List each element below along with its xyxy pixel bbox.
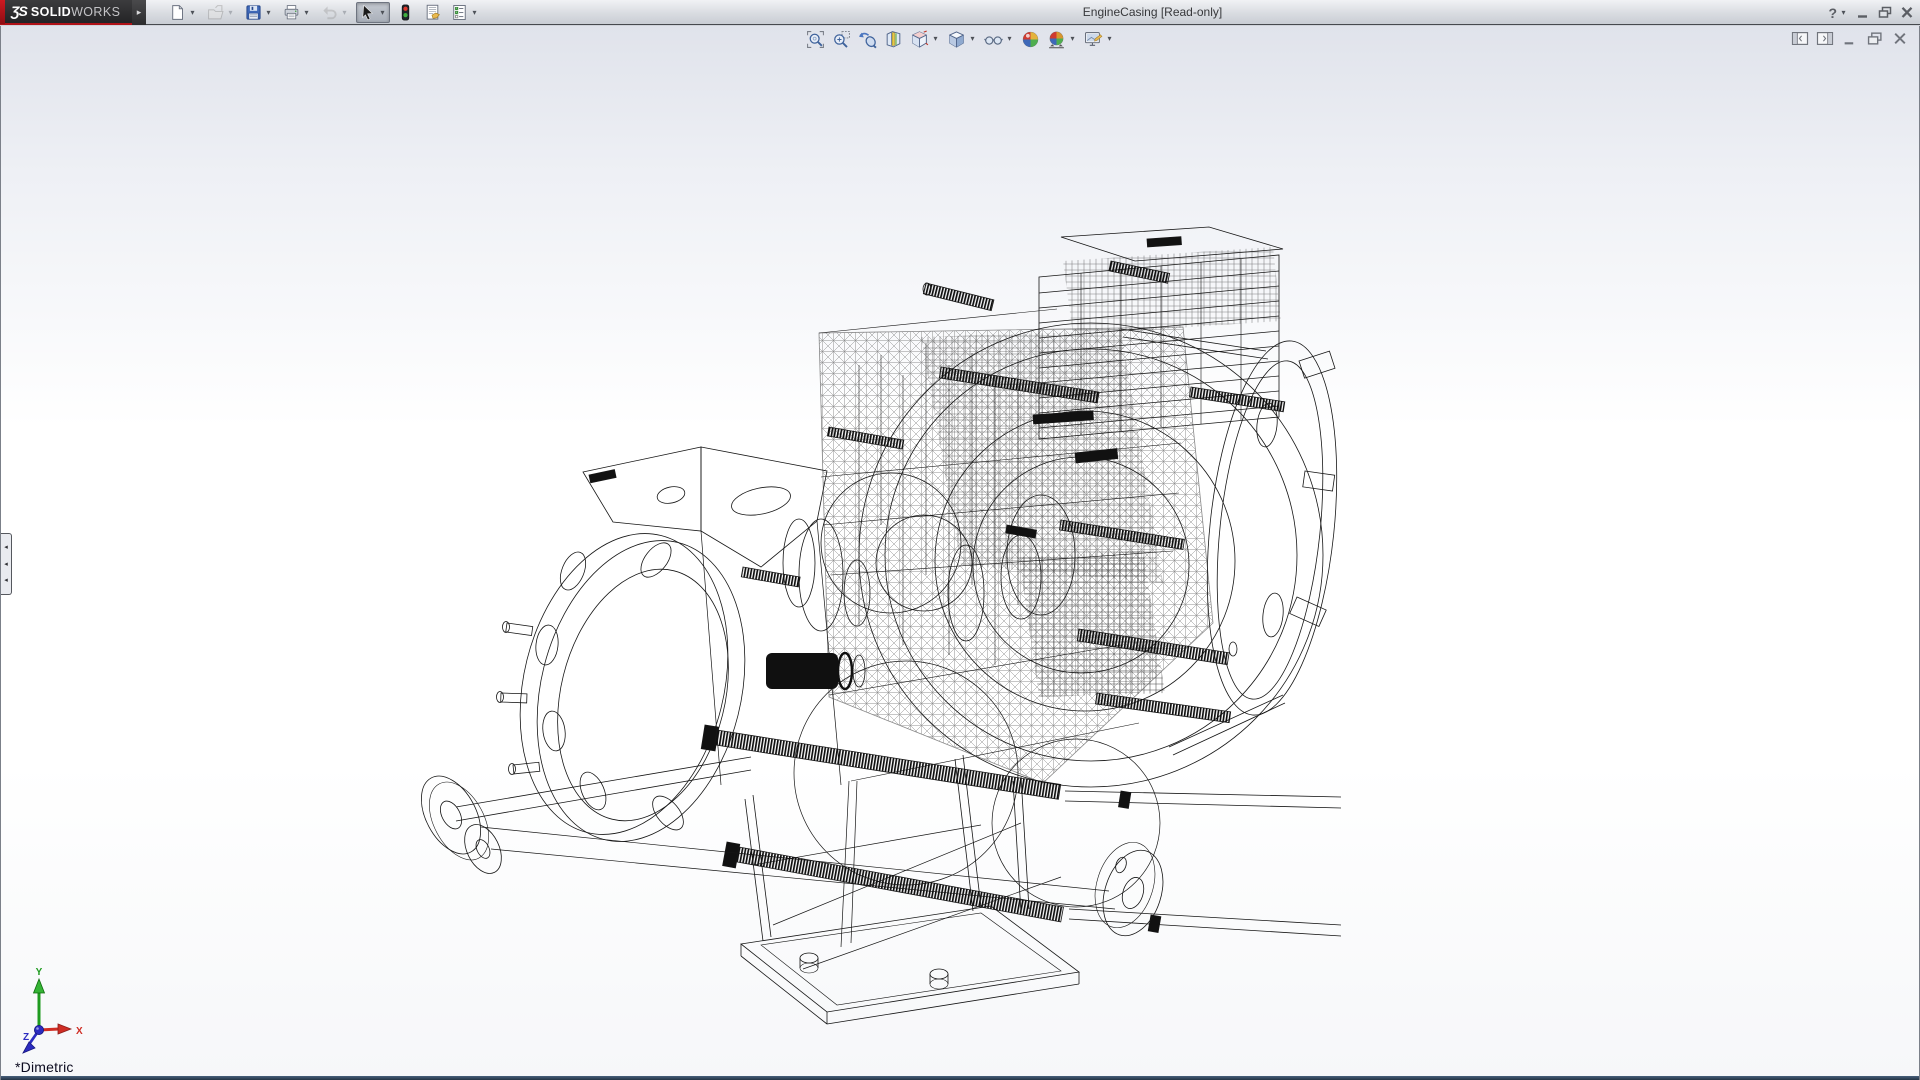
- main-window-controls: ? ▾: [1828, 0, 1914, 25]
- view-orientation-icon: [910, 30, 929, 49]
- collapse-arrow-icon: ◂: [4, 577, 8, 584]
- select-cursor-icon: [359, 4, 376, 21]
- hide-show-items-icon: [984, 30, 1003, 49]
- triad-origin-icon: [34, 1025, 43, 1034]
- title-bar: ƷS SOLIDWORKS ▸ ▾ ▾ ▾ ▾ ▾ ▾ ▾ EngineCasing [Re…: [0, 0, 1920, 25]
- display-style-dropdown-caret[interactable]: ▾: [968, 28, 977, 50]
- close-icon: [1900, 6, 1914, 19]
- title-toolbar: ▾ ▾ ▾ ▾ ▾ ▾ ▾: [166, 0, 482, 25]
- x-axis-label: X: [76, 1026, 83, 1037]
- apply-scene-button[interactable]: ▾: [1045, 28, 1079, 50]
- print-button[interactable]: ▾: [280, 2, 314, 23]
- view-orientation-button[interactable]: ▾: [908, 28, 942, 50]
- logo-red-strip: [0, 0, 5, 24]
- save-icon: [245, 4, 262, 21]
- collapse-arrow-icon: ◂: [4, 561, 8, 568]
- y-axis-arrow-icon: [34, 979, 45, 993]
- window-title: EngineCasing [Read-only]: [480, 0, 1825, 25]
- zoom-to-area-button[interactable]: [830, 28, 853, 50]
- window-bottom-edge: [1, 1076, 1919, 1080]
- new-document-icon: [169, 4, 186, 21]
- file-properties-button[interactable]: [421, 2, 444, 23]
- help-icon: ?: [1828, 5, 1837, 21]
- save-button[interactable]: ▾: [242, 2, 276, 23]
- z-axis-label: Z: [23, 1032, 29, 1043]
- doc-restore-icon: [1866, 31, 1884, 46]
- previous-view-icon: [858, 30, 877, 49]
- open-folder-icon: [207, 4, 224, 21]
- solidworks-logo-glyph-icon: ƷS: [11, 3, 27, 19]
- minimize-button[interactable]: [1856, 6, 1870, 19]
- rebuild-button[interactable]: [394, 2, 417, 23]
- file-properties-icon: [424, 4, 441, 21]
- print-icon: [283, 4, 300, 21]
- show-right-pane-button[interactable]: [1816, 31, 1834, 46]
- display-style-button[interactable]: ▾: [945, 28, 979, 50]
- wireframe-geometry: [421, 227, 1341, 1024]
- graphics-viewport[interactable]: ▾ ▾ ▾ ▾ ▾ ◂ ◂ ◂: [0, 26, 1920, 1080]
- view-settings-dropdown-caret[interactable]: ▾: [1105, 28, 1114, 50]
- doc-close-icon: [1891, 31, 1909, 46]
- open-button[interactable]: ▾: [204, 2, 238, 23]
- select-button[interactable]: ▾: [356, 2, 390, 23]
- previous-view-button[interactable]: [856, 28, 879, 50]
- edit-appearance-button[interactable]: [1019, 28, 1042, 50]
- doc-minimize-button[interactable]: [1841, 31, 1859, 46]
- brand-name-bold: SOLID: [31, 5, 71, 19]
- close-button[interactable]: [1900, 6, 1914, 19]
- show-left-pane-button[interactable]: [1791, 31, 1809, 46]
- help-dropdown-caret[interactable]: ▾: [1839, 2, 1848, 23]
- undo-icon: [321, 4, 338, 21]
- flyout-arrow-icon: ▸: [137, 7, 142, 18]
- section-view-icon: [884, 30, 903, 49]
- restore-icon: [1878, 6, 1892, 19]
- heads-up-toolbar: ▾ ▾ ▾ ▾ ▾: [804, 28, 1116, 50]
- pane-right-icon: [1816, 31, 1834, 46]
- save-dropdown-caret[interactable]: ▾: [264, 2, 273, 23]
- y-axis-label: Y: [36, 967, 43, 978]
- doc-restore-button[interactable]: [1866, 31, 1884, 46]
- zoom-to-fit-icon: [806, 30, 825, 49]
- options-button[interactable]: ▾: [448, 2, 482, 23]
- view-settings-icon: [1084, 30, 1103, 49]
- collapse-arrow-icon: ◂: [4, 544, 8, 551]
- doc-close-button[interactable]: [1891, 31, 1909, 46]
- apply-scene-icon: [1047, 30, 1066, 49]
- print-dropdown-caret[interactable]: ▾: [302, 2, 311, 23]
- brand-name-light: WORKS: [71, 5, 120, 19]
- view-orientation-label: *Dimetric: [15, 1059, 74, 1075]
- feature-manager-collapsed-tab[interactable]: ◂ ◂ ◂: [1, 533, 12, 595]
- z-axis-arrow-icon: [23, 1042, 35, 1053]
- hide-show-items-dropdown-caret[interactable]: ▾: [1005, 28, 1014, 50]
- new-document-dropdown-caret[interactable]: ▾: [188, 2, 197, 23]
- x-axis-arrow-icon: [58, 1024, 71, 1034]
- engine-casing-wireframe-model[interactable]: [421, 225, 1341, 1040]
- zoom-to-area-icon: [832, 30, 851, 49]
- solidworks-logo: ƷS SOLIDWORKS: [0, 0, 132, 25]
- edit-appearance-icon: [1021, 30, 1040, 49]
- select-dropdown-caret[interactable]: ▾: [378, 2, 387, 23]
- options-dropdown-caret[interactable]: ▾: [470, 2, 479, 23]
- section-view-button[interactable]: [882, 28, 905, 50]
- rebuild-traffic-light-icon: [397, 4, 414, 21]
- options-checklist-icon: [451, 4, 468, 21]
- open-dropdown-caret[interactable]: ▾: [226, 2, 235, 23]
- undo-button[interactable]: ▾: [318, 2, 352, 23]
- new-document-button[interactable]: ▾: [166, 2, 200, 23]
- zoom-to-fit-button[interactable]: [804, 28, 827, 50]
- view-settings-button[interactable]: ▾: [1082, 28, 1116, 50]
- menu-flyout-arrow[interactable]: ▸: [132, 0, 146, 25]
- minimize-icon: [1856, 6, 1870, 19]
- display-style-icon: [947, 30, 966, 49]
- apply-scene-dropdown-caret[interactable]: ▾: [1068, 28, 1077, 50]
- restore-button[interactable]: [1878, 6, 1892, 19]
- undo-dropdown-caret[interactable]: ▾: [340, 2, 349, 23]
- help-button[interactable]: ? ▾: [1828, 2, 1848, 23]
- view-orientation-dropdown-caret[interactable]: ▾: [931, 28, 940, 50]
- doc-minimize-icon: [1841, 31, 1859, 46]
- hide-show-items-button[interactable]: ▾: [982, 28, 1016, 50]
- document-window-controls: [1791, 31, 1909, 46]
- pane-left-icon: [1791, 31, 1809, 46]
